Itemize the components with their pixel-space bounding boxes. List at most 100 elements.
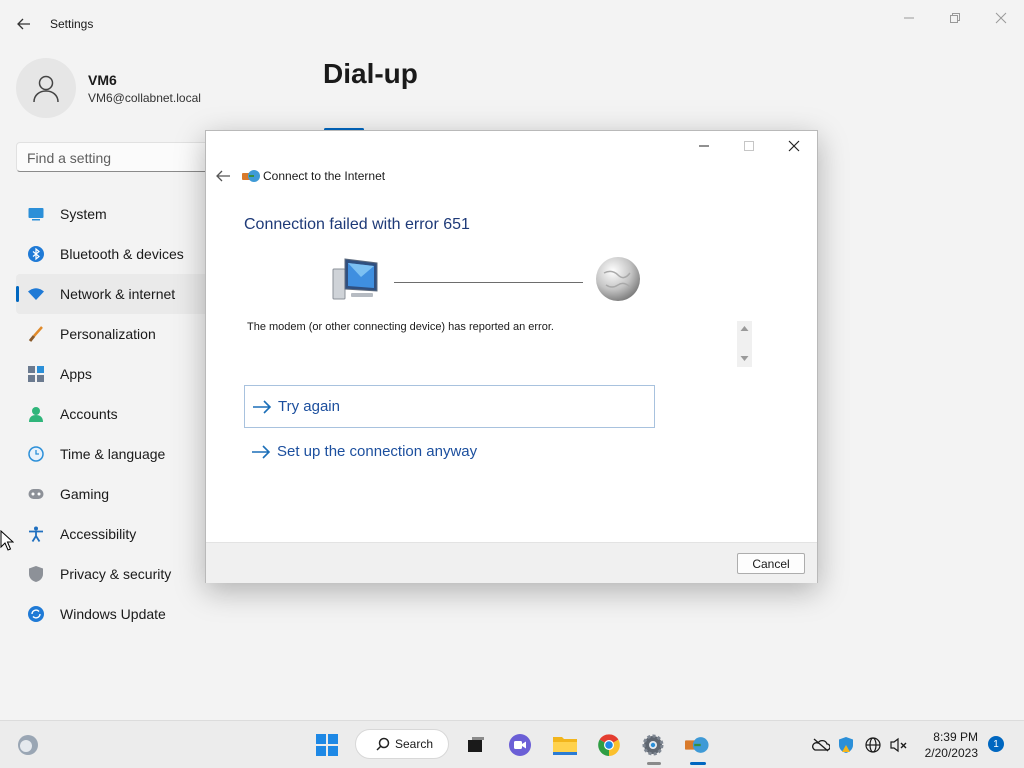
title-bar: Settings xyxy=(0,0,1024,48)
scroll-arrows-icon xyxy=(740,326,749,361)
dialog-footer: Cancel xyxy=(206,542,817,583)
clock-date: 2/20/2023 xyxy=(924,746,978,760)
sidebar-item-personalization[interactable]: Personalization xyxy=(16,314,216,354)
dialog-close-button[interactable] xyxy=(772,133,816,159)
dialog-back-button[interactable] xyxy=(212,167,234,185)
apps-icon xyxy=(28,366,44,382)
notification-badge[interactable]: 1 xyxy=(988,736,1004,752)
sidebar-item-label: Personalization xyxy=(60,326,156,342)
error-heading: Connection failed with error 651 xyxy=(244,216,470,233)
user-profile[interactable]: VM6 VM6@collabnet.local xyxy=(16,56,316,118)
active-indicator xyxy=(690,762,706,765)
onedrive-offline-icon[interactable] xyxy=(812,736,830,754)
minimize-icon xyxy=(904,17,914,19)
person-icon xyxy=(33,75,59,103)
try-again-label: Try again xyxy=(278,398,340,415)
settings-icon[interactable] xyxy=(641,733,665,757)
start-icon[interactable] xyxy=(315,733,339,757)
sidebar-item-label: Gaming xyxy=(60,486,110,502)
try-again-link[interactable]: Try again xyxy=(244,385,655,428)
taskbar-search[interactable]: Search xyxy=(355,729,449,759)
window-title: Settings xyxy=(50,17,94,31)
sidebar-item-apps[interactable]: Apps xyxy=(16,354,216,394)
selection-indicator xyxy=(16,286,19,302)
brush-icon xyxy=(28,326,44,342)
wifi-icon xyxy=(28,286,44,302)
back-arrow-icon[interactable] xyxy=(14,14,34,34)
sidebar-item-network[interactable]: Network & internet xyxy=(16,274,216,314)
volume-muted-icon[interactable] xyxy=(890,736,908,754)
setup-anyway-label: Set up the connection anyway xyxy=(277,443,478,460)
user-email: VM6@collabnet.local xyxy=(88,91,201,105)
connect-dialog: Connect to the Internet Connection faile… xyxy=(205,130,818,583)
back-arrow-icon xyxy=(216,170,230,182)
sidebar-item-time-language[interactable]: Time & language xyxy=(16,434,216,474)
arrow-right-icon xyxy=(252,444,271,459)
close-button[interactable] xyxy=(978,6,1024,30)
chrome-icon[interactable] xyxy=(597,733,621,757)
running-indicator xyxy=(647,762,661,765)
close-icon xyxy=(995,12,1007,24)
sidebar-item-bluetooth[interactable]: Bluetooth & devices xyxy=(16,234,216,274)
mouse-cursor-icon xyxy=(0,529,15,557)
sidebar-item-label: Privacy & security xyxy=(60,566,172,582)
file-explorer-icon[interactable] xyxy=(553,733,577,757)
sidebar-item-label: Accounts xyxy=(60,406,118,422)
sidebar-item-label: System xyxy=(60,206,107,222)
page-title: Dial-up xyxy=(323,58,418,89)
sidebar-item-system[interactable]: System xyxy=(16,194,216,234)
sidebar-item-accounts[interactable]: Accounts xyxy=(16,394,216,434)
cancel-button[interactable]: Cancel xyxy=(737,553,805,574)
dialog-title: Connect to the Internet xyxy=(263,169,386,183)
sidebar-item-label: Apps xyxy=(60,366,92,382)
sidebar-item-accessibility[interactable]: Accessibility xyxy=(16,514,216,554)
bluetooth-icon xyxy=(28,246,44,262)
taskbar: Search 8:39 PM 2/20/2023 1 xyxy=(0,720,1024,768)
sidebar-nav: System Bluetooth & devices Network & int… xyxy=(16,194,216,634)
search-icon xyxy=(376,737,390,751)
restore-button[interactable] xyxy=(932,6,978,30)
sidebar-item-gaming[interactable]: Gaming xyxy=(16,474,216,514)
sidebar-item-label: Time & language xyxy=(60,446,166,462)
search-input[interactable]: Find a setting xyxy=(16,142,236,172)
clock-globe-icon xyxy=(28,446,44,462)
sidebar-item-label: Bluetooth & devices xyxy=(60,246,184,262)
restore-icon xyxy=(950,13,960,23)
system-icon xyxy=(28,206,44,222)
update-icon xyxy=(28,606,44,622)
arrow-right-icon xyxy=(253,399,272,414)
close-icon xyxy=(788,140,800,152)
globe-icon xyxy=(594,255,642,303)
connect-to-internet-icon[interactable] xyxy=(685,733,709,757)
person-icon xyxy=(28,406,44,422)
weather-widget-icon[interactable] xyxy=(16,733,40,757)
taskbar-search-label: Search xyxy=(395,737,434,751)
network-globe-icon[interactable] xyxy=(864,736,882,754)
connect-to-internet-icon xyxy=(242,168,260,184)
minimize-button[interactable] xyxy=(886,6,932,30)
connection-line xyxy=(394,282,583,283)
task-view-icon[interactable] xyxy=(464,733,488,757)
clock-time: 8:39 PM xyxy=(933,730,978,744)
shield-icon xyxy=(28,566,44,582)
setup-anyway-link[interactable]: Set up the connection anyway xyxy=(244,430,655,473)
maximize-icon xyxy=(744,141,754,151)
teams-chat-icon[interactable] xyxy=(508,733,532,757)
dialog-minimize-button[interactable] xyxy=(682,133,726,159)
sidebar-item-label: Network & internet xyxy=(60,286,176,302)
user-name: VM6 xyxy=(88,72,117,88)
computer-icon xyxy=(331,255,383,303)
controller-icon xyxy=(28,486,44,502)
avatar xyxy=(16,58,76,118)
error-message: The modem (or other connecting device) h… xyxy=(247,321,554,333)
message-scrollbar[interactable] xyxy=(737,321,752,367)
security-warning-icon[interactable] xyxy=(837,736,855,754)
accessibility-icon xyxy=(28,526,44,542)
sidebar-item-privacy[interactable]: Privacy & security xyxy=(16,554,216,594)
taskbar-clock[interactable]: 8:39 PM 2/20/2023 xyxy=(916,729,978,761)
sidebar-item-label: Accessibility xyxy=(60,526,137,542)
sidebar-item-label: Windows Update xyxy=(60,606,166,622)
dialog-maximize-button[interactable] xyxy=(727,133,771,159)
sidebar-item-windows-update[interactable]: Windows Update xyxy=(16,594,216,634)
minimize-icon xyxy=(699,145,709,147)
